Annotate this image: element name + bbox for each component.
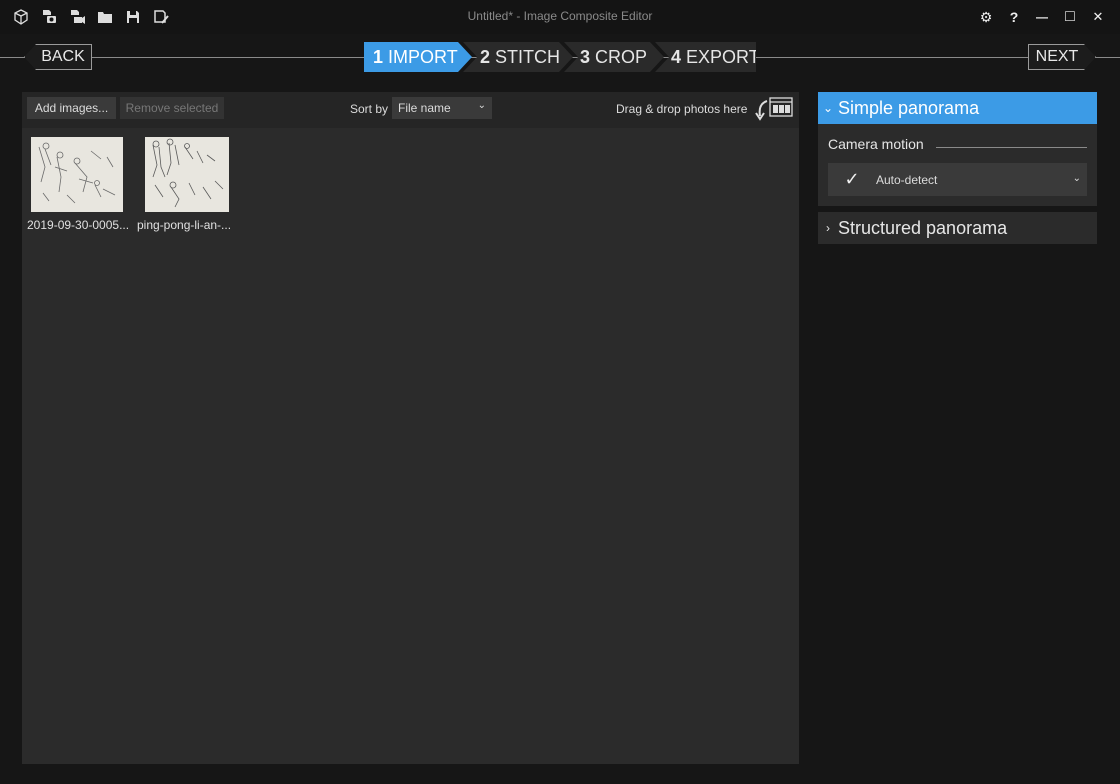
chevron-right-icon: ›	[826, 221, 830, 235]
section-title: Structured panorama	[838, 217, 1008, 238]
camera-motion-divider	[936, 147, 1087, 148]
thumbnail-caption: 2019-09-30-0005...	[27, 218, 130, 232]
simple-panorama-body: Camera motion ✓ Auto-detect ⌄	[818, 124, 1097, 206]
sort-select-value: File name	[398, 101, 451, 115]
wizard-bar: BACK 1 IMPORT 2 STITCH 3 CROP 4 EXPORT N…	[0, 40, 1120, 76]
structured-panorama-header[interactable]: › Structured panorama	[818, 212, 1097, 244]
simple-panorama-header[interactable]: ⌄ Simple panorama	[818, 92, 1097, 124]
image-thumbnail[interactable]: 2019-09-30-0005...	[22, 132, 130, 242]
close-icon[interactable]: ✕	[1088, 7, 1108, 27]
chevron-down-icon: ⌄	[822, 101, 834, 115]
title-bar: Untitled* - Image Composite Editor ⚙ ? —…	[0, 0, 1120, 34]
step-crop[interactable]: 3 CROP	[564, 42, 664, 72]
import-toolbar: Add images... Remove selected Sort by Fi…	[22, 92, 799, 128]
chevron-down-icon: ⌄	[477, 100, 486, 111]
step-label: CROP	[595, 46, 648, 67]
step-import[interactable]: 1 IMPORT	[364, 42, 472, 72]
add-images-button[interactable]: Add images...	[27, 97, 116, 119]
step-export[interactable]: 4 EXPORT	[655, 42, 756, 72]
step-label: STITCH	[495, 46, 561, 67]
thumbnail-image	[145, 137, 229, 212]
window-title: Untitled* - Image Composite Editor	[467, 9, 653, 23]
remove-selected-button[interactable]: Remove selected	[120, 97, 224, 119]
sort-by-label: Sort by	[350, 102, 389, 116]
camera-motion-value: Auto-detect	[876, 172, 938, 187]
back-button[interactable]: BACK	[24, 44, 92, 70]
camera-motion-label: Camera motion	[828, 136, 924, 152]
maximize-icon[interactable]: □	[1060, 7, 1080, 27]
thumbnail-image	[31, 137, 123, 212]
chevron-down-icon: ⌄	[1072, 173, 1081, 184]
help-icon[interactable]: ?	[1004, 7, 1024, 27]
next-button[interactable]: NEXT	[1028, 44, 1096, 70]
camera-motion-select[interactable]: ✓ Auto-detect ⌄	[828, 163, 1087, 196]
step-stitch[interactable]: 2 STITCH	[463, 42, 573, 72]
step-number: 1	[373, 46, 384, 67]
drag-drop-icon	[754, 96, 794, 122]
settings-icon[interactable]: ⚙	[976, 7, 996, 27]
step-label: IMPORT	[388, 46, 458, 67]
minimize-icon[interactable]: —	[1032, 7, 1052, 27]
image-list-pane: Add images... Remove selected Sort by Fi…	[22, 92, 799, 764]
drop-hint: Drag & drop photos here	[616, 102, 748, 116]
step-label: EXPORT	[686, 46, 760, 67]
thumbnail-caption: ping-pong-li-an-...	[137, 218, 232, 232]
checkmark-icon: ✓	[844, 169, 860, 189]
step-number: 2	[480, 46, 491, 67]
sort-select[interactable]: File name ⌄	[392, 97, 492, 119]
step-number: 4	[671, 46, 682, 67]
image-thumbnail[interactable]: ping-pong-li-an-...	[136, 132, 244, 242]
section-title: Simple panorama	[838, 97, 980, 118]
step-number: 3	[580, 46, 591, 67]
